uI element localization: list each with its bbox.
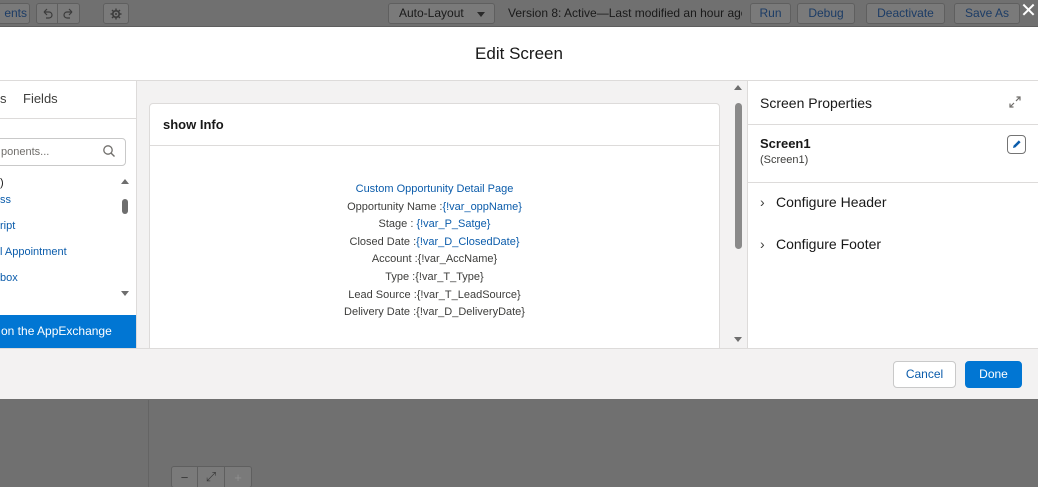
flow-canvas-backdrop: − ⤢ + xyxy=(0,400,1038,487)
divider xyxy=(748,182,1038,183)
list-item[interactable]: ript xyxy=(0,220,15,232)
screen-properties-panel: Screen Properties Screen1 (Screen1) › Con… xyxy=(747,81,1038,348)
tab-components[interactable]: s xyxy=(0,91,8,106)
text-line-label: Stage : xyxy=(378,218,417,231)
text-line-label: Closed Date : xyxy=(349,235,417,248)
text-line: Stage : {!var_P_Satge} xyxy=(150,216,719,234)
configure-header-section[interactable]: › Configure Header xyxy=(760,194,887,210)
list-item[interactable]: l Appointment xyxy=(0,246,67,258)
appexchange-link[interactable]: on the AppExchange xyxy=(0,315,136,348)
builder-toolbar: ents Auto-Layout Version 8: Active—Last … xyxy=(0,0,1038,27)
text-line: Type :{!var_T_Type} xyxy=(150,269,719,287)
elements-button[interactable]: ents xyxy=(0,3,30,24)
text-line-label: Account :{!var_AccName} xyxy=(371,253,498,266)
list-section-header: ) xyxy=(0,177,4,189)
list-item[interactable]: box xyxy=(0,272,18,284)
text-line: Opportunity Name :{!var_oppName} xyxy=(150,199,719,217)
text-line-label: Lead Source :{!var_T_LeadSource} xyxy=(348,288,521,301)
scroll-up-icon[interactable] xyxy=(734,85,742,90)
screen-label: Screen1 xyxy=(760,136,811,151)
scroll-thumb[interactable] xyxy=(122,199,128,214)
pencil-icon xyxy=(1013,140,1021,148)
edit-screen-button[interactable] xyxy=(1007,135,1026,154)
chevron-right-icon: › xyxy=(760,236,765,252)
modal-title: Edit Screen xyxy=(0,27,1038,81)
fit-view-button[interactable]: ⤢ xyxy=(198,466,225,487)
scroll-down-icon[interactable] xyxy=(734,337,742,342)
text-line: Lead Source :{!var_T_LeadSource} xyxy=(150,287,719,305)
debug-button[interactable]: Debug xyxy=(797,3,855,24)
version-status: Version 8: Active—Last modified an hour … xyxy=(508,6,742,20)
edit-screen-modal: Edit Screen s Fields ponents... ) ss rip… xyxy=(0,27,1038,399)
screen-canvas: show Info Custom Opportunity Detail Page… xyxy=(137,81,747,348)
modal-footer: Cancel Done xyxy=(0,348,1038,399)
screen-title: show Info xyxy=(150,104,719,146)
text-line: Custom Opportunity Detail Page xyxy=(150,181,719,199)
chevron-down-icon xyxy=(477,12,485,17)
zoom-out-button[interactable]: − xyxy=(171,466,198,487)
properties-title: Screen Properties xyxy=(760,95,873,111)
text-line-label: Type :{!var_T_Type} xyxy=(385,270,484,283)
scroll-thumb[interactable] xyxy=(735,103,742,249)
components-panel: s Fields ponents... ) ss ript l Appointm… xyxy=(0,81,137,348)
zoom-controls: − ⤢ + xyxy=(171,466,252,487)
cancel-button[interactable]: Cancel xyxy=(893,361,956,388)
text-line: Delivery Date :{!var_D_DeliveryDate} xyxy=(150,304,719,322)
undo-redo-group xyxy=(36,3,80,24)
run-button[interactable]: Run xyxy=(750,3,791,24)
text-line-label: Delivery Date :{!var_D_DeliveryDate} xyxy=(344,306,525,319)
canvas-divider xyxy=(148,400,149,487)
search-placeholder: ponents... xyxy=(1,146,50,158)
section-label: Configure Header xyxy=(776,194,887,210)
redo-icon[interactable] xyxy=(58,3,80,24)
palette-tabs: s Fields xyxy=(0,81,136,119)
gear-icon[interactable] xyxy=(103,3,129,24)
canvas-scrollbar[interactable] xyxy=(734,85,744,345)
search-icon xyxy=(103,145,115,157)
display-text-component[interactable]: Custom Opportunity Detail Page Opportuni… xyxy=(150,181,719,322)
text-line-merge-field: {!var_oppName} xyxy=(442,200,522,213)
expand-icon[interactable] xyxy=(1008,95,1022,109)
tab-fields[interactable]: Fields xyxy=(23,91,58,106)
scroll-up-icon[interactable] xyxy=(121,179,129,184)
configure-footer-section[interactable]: › Configure Footer xyxy=(760,236,881,252)
text-line-label: Opportunity Name : xyxy=(347,200,443,213)
text-line-merge-field: {!var_P_Satge} xyxy=(416,218,491,231)
screen-api-name: (Screen1) xyxy=(760,154,809,166)
text-line-merge-field: {!var_D_ClosedDate} xyxy=(416,235,520,248)
text-line-label: Custom Opportunity Detail Page xyxy=(355,183,514,195)
deactivate-button[interactable]: Deactivate xyxy=(866,3,945,24)
layout-select-value: Auto-Layout xyxy=(399,6,464,20)
divider xyxy=(748,124,1038,125)
search-input[interactable]: ponents... xyxy=(0,138,126,166)
section-label: Configure Footer xyxy=(776,236,882,252)
list-scrollbar[interactable] xyxy=(121,179,131,309)
done-button[interactable]: Done xyxy=(965,361,1022,388)
screen-preview-card[interactable]: show Info Custom Opportunity Detail Page… xyxy=(149,103,720,348)
chevron-right-icon: › xyxy=(760,194,765,210)
text-line: Account :{!var_AccName} xyxy=(150,251,719,269)
layout-select[interactable]: Auto-Layout xyxy=(388,3,495,24)
save-as-button[interactable]: Save As xyxy=(954,3,1020,24)
list-item[interactable]: ss xyxy=(0,194,11,206)
text-line: Closed Date :{!var_D_ClosedDate} xyxy=(150,234,719,252)
close-icon[interactable]: ✕ xyxy=(1019,0,1038,22)
undo-icon[interactable] xyxy=(36,3,58,24)
zoom-in-button[interactable]: + xyxy=(225,466,252,487)
scroll-down-icon[interactable] xyxy=(121,291,129,296)
